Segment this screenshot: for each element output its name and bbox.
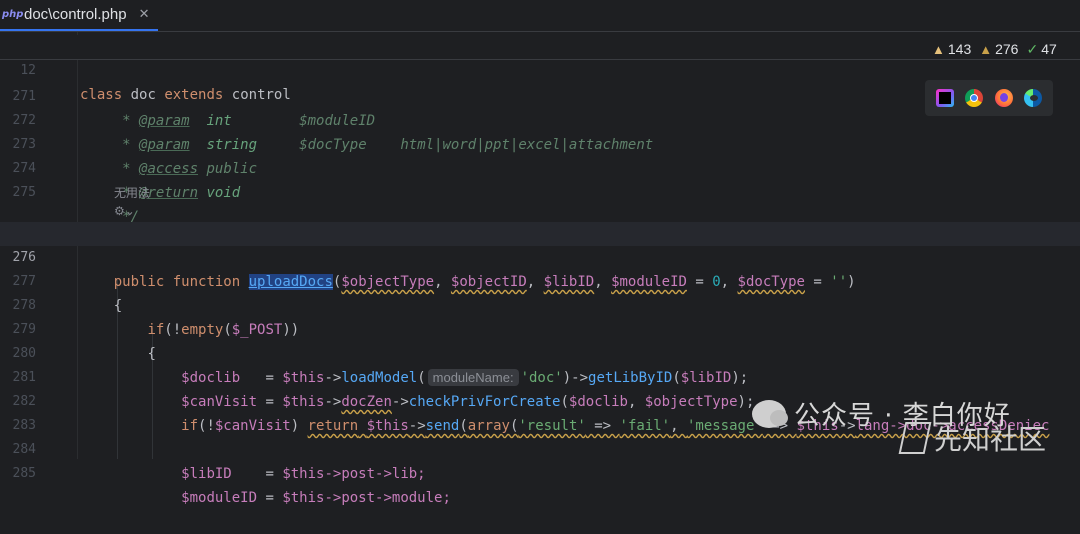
phpstorm-icon[interactable] xyxy=(936,89,955,107)
xianzhi-logo-icon xyxy=(898,422,932,454)
code-line-279: 279 { xyxy=(12,322,156,362)
sticky-class-header: 12 class doc extends control xyxy=(0,35,1080,103)
inspections-widget[interactable]: ▲ 143 ▲ 276 ✓ 47 xyxy=(932,38,1065,60)
tab-title: doc\control.php xyxy=(24,6,127,23)
code-line-280: 280 $doclib = $this->loadModel(moduleNam… xyxy=(12,346,749,386)
code-line-273: 273 * @access public xyxy=(12,137,258,177)
code-line-275: 275 */ xyxy=(12,185,140,225)
errors-count[interactable]: ▲ 143 xyxy=(932,41,971,57)
code-line-282: 282 if(!$canVisit) return $this->send(ar… xyxy=(12,394,1050,434)
usages-inlay-hint[interactable]: 无用法 xyxy=(114,184,150,201)
code-line-276: 276 public function uploadDocs($objectTy… xyxy=(0,222,1080,290)
php-file-icon: php xyxy=(2,9,24,20)
warnings-count[interactable]: ▲ 276 xyxy=(979,41,1018,57)
chrome-icon[interactable] xyxy=(965,89,984,107)
edge-icon[interactable] xyxy=(1023,89,1042,107)
wechat-icon xyxy=(752,399,788,428)
check-icon: ✓ xyxy=(1026,40,1039,57)
ok-count[interactable]: ✓ 47 xyxy=(1026,41,1056,58)
code-line-281: 281 $canVisit = $this->docZen->checkPriv… xyxy=(12,370,755,410)
code-vision-icon[interactable]: ⚙⌄ xyxy=(114,204,135,218)
xianzhi-watermark: 先知社区 xyxy=(898,418,1046,458)
firefox-icon[interactable] xyxy=(994,89,1013,107)
warning-triangle-icon: ▲ xyxy=(932,41,945,57)
editor-tab-bar: php doc\control.php ✕ xyxy=(0,0,1080,32)
code-line-272: 272 * @param string $docType html|word|p… xyxy=(12,113,654,153)
weak-warning-icon: ▲ xyxy=(979,41,993,57)
code-line-274: 274 * @return void xyxy=(12,161,241,201)
close-icon[interactable]: ✕ xyxy=(139,7,150,22)
code-line-278: 278 if(!empty($_POST)) xyxy=(12,298,300,338)
code-line-271: 271 * @param int $moduleID xyxy=(12,89,376,129)
code-line-277: 277 { xyxy=(12,274,123,314)
tab-control-php[interactable]: php doc\control.php ✕ xyxy=(0,0,158,31)
open-in-browser-bar xyxy=(925,80,1053,116)
